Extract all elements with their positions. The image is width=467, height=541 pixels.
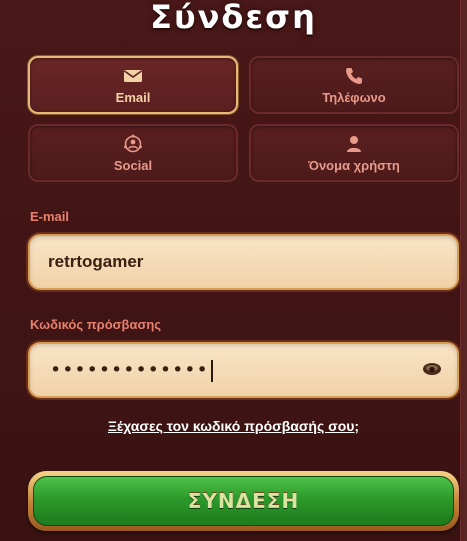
phone-icon <box>346 68 362 84</box>
user-icon <box>347 136 361 152</box>
scrollbar-edge <box>460 0 467 541</box>
password-label: Κωδικός πρόσβασης <box>30 317 162 332</box>
eye-icon[interactable] <box>421 358 443 380</box>
envelope-icon <box>124 70 142 82</box>
page-title: Σύνδεση <box>150 0 317 36</box>
tab-phone-label: Τηλέφωνο <box>322 90 386 105</box>
password-field[interactable]: ••••••••••••• <box>28 342 459 398</box>
forgot-password-link[interactable]: Ξέχασες τον κωδικό πρόσβασής σου; <box>0 418 467 434</box>
email-field-container <box>28 234 459 290</box>
tab-social-label: Social <box>113 158 153 173</box>
login-button[interactable]: ΣΥΝΔΕΣΗ <box>28 471 459 531</box>
password-value: ••••••••••••• <box>50 359 213 382</box>
tab-username-label: Όνομα χρήστη <box>308 158 400 173</box>
text-caret <box>210 359 213 382</box>
tab-email-label: Email <box>115 90 151 105</box>
email-label: E-mail <box>30 209 70 224</box>
login-button-label: ΣΥΝΔΕΣΗ <box>33 476 454 526</box>
email-field[interactable] <box>48 236 418 288</box>
tab-phone[interactable]: Τηλέφωνο <box>249 56 459 114</box>
tab-email[interactable]: Email <box>28 56 238 114</box>
tab-username[interactable]: Όνομα χρήστη <box>249 124 459 182</box>
social-icon <box>124 134 142 153</box>
tab-social[interactable]: Social <box>28 124 238 182</box>
